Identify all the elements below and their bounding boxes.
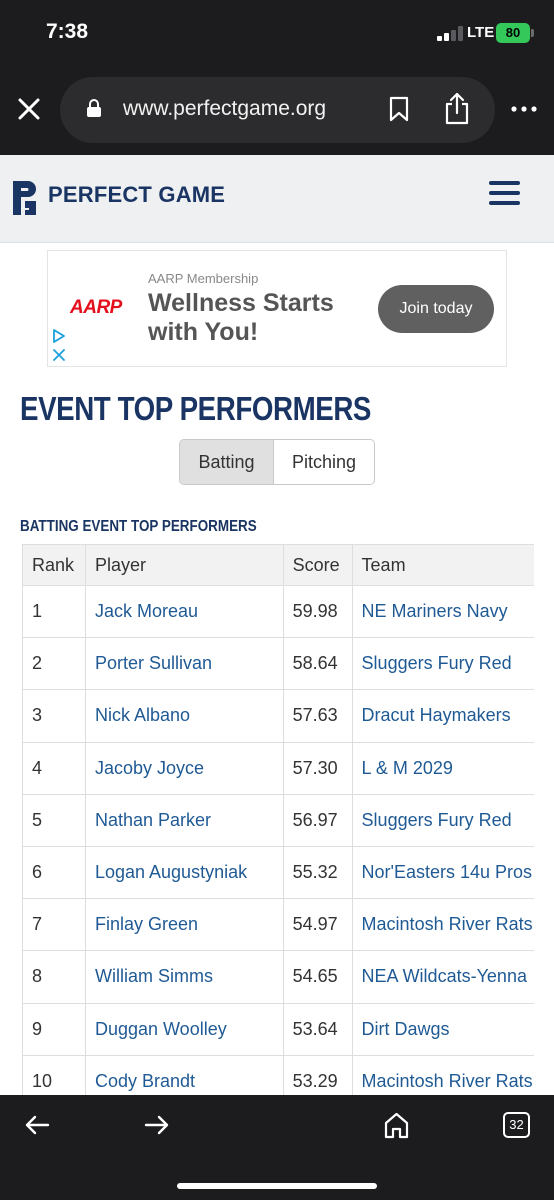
table-row: 4 Jacoby Joyce 57.30 L & M 2029 <box>22 741 534 795</box>
table-header-row: Rank Player Score Team <box>22 544 534 586</box>
battery-indicator: 80 <box>496 23 530 43</box>
rank-cell: 7 <box>22 898 86 952</box>
aarp-logo: AARP <box>70 297 122 318</box>
player-link[interactable]: Finlay Green <box>84 898 284 952</box>
performers-table-container[interactable]: Rank Player Score Team 1 Jack Moreau 59.… <box>22 544 534 1095</box>
rank-cell: 9 <box>22 1002 86 1056</box>
menu-icon[interactable] <box>489 181 521 207</box>
tab-pitching[interactable]: Pitching <box>274 440 374 484</box>
score-cell: 54.97 <box>282 898 353 952</box>
page-title: EVENT TOP PERFORMERS <box>20 390 372 427</box>
ad-subtitle: AARP Membership <box>148 271 259 286</box>
rank-cell: 2 <box>22 637 86 691</box>
tabs-count-button[interactable]: 32 <box>503 1112 530 1138</box>
rank-cell: 1 <box>22 584 86 639</box>
home-icon[interactable] <box>383 1111 410 1139</box>
column-header-score: Score <box>282 544 353 586</box>
more-options-icon[interactable] <box>511 106 537 112</box>
player-link[interactable]: Jacoby Joyce <box>84 741 284 795</box>
team-link[interactable]: Macintosh River Rats <box>351 898 534 952</box>
perfect-game-logo-icon[interactable] <box>11 179 37 217</box>
player-link[interactable]: Duggan Woolley <box>84 1002 284 1056</box>
rank-cell: 8 <box>22 950 86 1004</box>
back-arrow-icon[interactable] <box>24 1114 50 1136</box>
player-link[interactable]: William Simms <box>84 950 284 1004</box>
url-text[interactable]: www.perfectgame.org <box>123 97 326 121</box>
team-link[interactable]: Dirt Dawgs <box>351 1002 534 1056</box>
player-link[interactable]: Logan Augustyniak <box>84 845 284 900</box>
score-cell: 53.29 <box>282 1054 353 1095</box>
stats-tabs: Batting Pitching <box>179 439 375 485</box>
team-link[interactable]: Sluggers Fury Red <box>351 637 534 691</box>
team-link[interactable]: NE Mariners Navy <box>351 584 534 639</box>
tab-batting[interactable]: Batting <box>180 440 274 484</box>
team-link[interactable]: NEA Wildcats-Yenna <box>351 950 534 1004</box>
table-row: 5 Nathan Parker 56.97 Sluggers Fury Red <box>22 793 534 847</box>
brand-name[interactable]: PERFECT GAME <box>48 182 225 208</box>
rank-cell: 3 <box>22 689 86 743</box>
join-today-button[interactable]: Join today <box>378 285 494 333</box>
battery-tip <box>531 29 534 37</box>
ad-close-icon[interactable] <box>52 348 66 362</box>
network-type: LTE <box>467 24 495 41</box>
column-header-rank: Rank <box>22 544 86 586</box>
advertisement[interactable]: AARP AARP Membership Wellness Starts wit… <box>47 250 507 367</box>
adchoices-icon[interactable] <box>52 329 66 343</box>
team-link[interactable]: Nor'Easters 14u Pros <box>351 845 534 900</box>
rank-cell: 10 <box>22 1054 86 1095</box>
score-cell: 53.64 <box>282 1002 353 1056</box>
team-link[interactable]: L & M 2029 <box>351 741 534 795</box>
score-cell: 59.98 <box>282 584 353 639</box>
player-link[interactable]: Jack Moreau <box>84 584 284 639</box>
table-row: 9 Duggan Woolley 53.64 Dirt Dawgs <box>22 1002 534 1056</box>
score-cell: 56.97 <box>282 793 353 847</box>
signal-strength-icon <box>437 25 465 41</box>
rank-cell: 5 <box>22 793 86 847</box>
score-cell: 54.65 <box>282 950 353 1004</box>
section-title: BATTING EVENT TOP PERFORMERS <box>20 518 257 535</box>
table-row: 1 Jack Moreau 59.98 NE Mariners Navy <box>22 584 534 639</box>
bookmark-icon[interactable] <box>388 96 410 122</box>
column-header-team: Team <box>351 544 534 586</box>
player-link[interactable]: Cody Brandt <box>84 1054 284 1095</box>
table-row: 6 Logan Augustyniak 55.32 Nor'Easters 14… <box>22 845 534 900</box>
table-row: 8 William Simms 54.65 NEA Wildcats-Yenna <box>22 950 534 1004</box>
team-link[interactable]: Macintosh River Rats <box>351 1054 534 1095</box>
home-indicator <box>177 1183 377 1189</box>
close-icon[interactable] <box>16 96 42 122</box>
table-row: 10 Cody Brandt 53.29 Macintosh River Rat… <box>22 1054 534 1095</box>
site-header: PERFECT GAME <box>0 155 554 243</box>
table-row: 7 Finlay Green 54.97 Macintosh River Rat… <box>22 898 534 952</box>
player-link[interactable]: Porter Sullivan <box>84 637 284 691</box>
ad-headline: Wellness Starts with You! <box>148 289 334 346</box>
performers-table: Rank Player Score Team 1 Jack Moreau 59.… <box>22 544 534 1095</box>
status-time: 7:38 <box>46 20 89 43</box>
score-cell: 58.64 <box>282 637 353 691</box>
share-icon[interactable] <box>444 91 470 125</box>
player-link[interactable]: Nick Albano <box>84 689 284 743</box>
score-cell: 55.32 <box>282 845 353 900</box>
table-row: 3 Nick Albano 57.63 Dracut Haymakers <box>22 689 534 743</box>
player-link[interactable]: Nathan Parker <box>84 793 284 847</box>
rank-cell: 6 <box>22 845 86 900</box>
rank-cell: 4 <box>22 741 86 795</box>
lock-icon <box>87 99 101 117</box>
team-link[interactable]: Dracut Haymakers <box>351 689 534 743</box>
team-link[interactable]: Sluggers Fury Red <box>351 793 534 847</box>
score-cell: 57.30 <box>282 741 353 795</box>
forward-arrow-icon[interactable] <box>144 1114 170 1136</box>
column-header-player: Player <box>84 544 284 586</box>
table-row: 2 Porter Sullivan 58.64 Sluggers Fury Re… <box>22 637 534 691</box>
score-cell: 57.63 <box>282 689 353 743</box>
